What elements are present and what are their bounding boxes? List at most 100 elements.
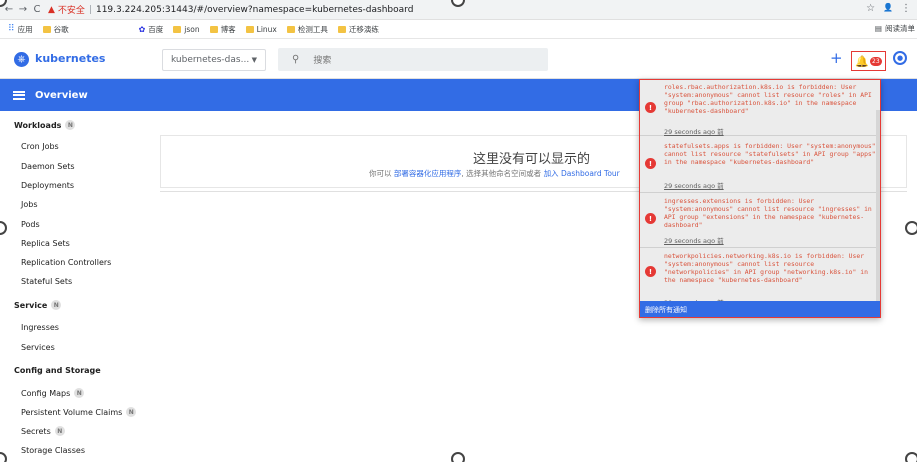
resize-handle[interactable] (905, 221, 917, 235)
namespace-value: kubernetes-das... (171, 55, 250, 65)
folder-icon (209, 25, 218, 33)
namespaced-badge: N (54, 426, 65, 436)
bookmark-label: 博客 (220, 24, 236, 34)
sidebar: Workloads N Cron Jobs Daemon Sets Deploy… (0, 111, 160, 462)
empty-state-mid: , 选择其他命名空间或者 (461, 169, 542, 178)
error-icon: ! (645, 158, 656, 169)
notification-message: roles.rbac.authorization.k8s.io is forbi… (664, 83, 872, 116)
resize-handle[interactable] (451, 452, 465, 462)
search-placeholder: 搜索 (313, 56, 332, 66)
dropdown-arrow-icon: ▼ (251, 56, 257, 64)
browser-actions: ☆ 👤 ⋮ (866, 3, 911, 14)
user-account-icon[interactable]: ● (893, 51, 907, 65)
bookmark-item[interactable]: json (173, 25, 200, 34)
notifications-panel: ! roles.rbac.authorization.k8s.io is for… (639, 79, 881, 318)
page-title: Overview (35, 89, 88, 101)
bookmark-label: 谷歌 (53, 24, 69, 34)
namespaced-badge: N (126, 407, 137, 417)
bookmark-item[interactable]: 谷歌 (42, 24, 69, 35)
namespace-selector[interactable]: kubernetes-das... ▼ (162, 49, 266, 71)
sidebar-item-label: Storage Classes (21, 446, 85, 455)
url-separator: | (88, 4, 92, 15)
browser-menu-icon[interactable]: ⋮ (901, 3, 911, 14)
dashboard-tour-link[interactable]: 加入 Dashboard Tour (544, 169, 620, 178)
resize-handle[interactable] (905, 452, 917, 462)
empty-state-subtitle: 你可以 部署容器化应用程序, 选择其他命名空间或者 加入 Dashboard T… (369, 168, 620, 179)
sidebar-section-workloads[interactable]: Workloads N (14, 120, 76, 130)
reading-list-icon: ▤ (874, 24, 882, 33)
bookmark-label: 迁移演练 (348, 24, 379, 34)
error-icon: ! (645, 266, 656, 277)
forward-icon[interactable]: → (16, 3, 30, 17)
sidebar-section-service[interactable]: Service N (14, 300, 62, 310)
folder-icon (173, 25, 182, 33)
search-input[interactable]: ⚲ 搜索 (278, 48, 548, 71)
notification-item[interactable]: ! ingresses.extensions is forbidden: Use… (640, 194, 876, 248)
empty-state-prefix: 你可以 (369, 169, 392, 178)
section-title: Workloads (14, 120, 62, 130)
insecure-label: 不安全 (57, 6, 85, 16)
bookmark-item[interactable]: Linux (245, 24, 277, 34)
sidebar-item-storage-classes[interactable]: Storage Classes (21, 446, 85, 455)
bookmark-label: 检测工具 (297, 24, 328, 34)
create-button[interactable]: + (830, 51, 843, 66)
baidu-icon: ✿ (138, 24, 146, 34)
bookmarks-bar: ⠿ 应用 谷歌 ✿ 百度 json 博客 Linux 检测工具 迁移演练 ▤ 阅读… (0, 20, 917, 39)
sidebar-section-config-storage[interactable]: Config and Storage (14, 366, 101, 375)
notifications-button[interactable]: 🔔 23 (851, 51, 886, 71)
sidebar-item-cron-jobs[interactable]: Cron Jobs (21, 142, 59, 151)
app-header: ⎈ kubernetes kubernetes-das... ▼ ⚲ 搜索 + … (0, 39, 917, 79)
folder-icon (245, 25, 254, 33)
sidebar-item-persistent-volume-claims[interactable]: Persistent Volume Claims N (21, 407, 137, 417)
namespaced-badge: N (65, 120, 76, 130)
hamburger-menu-icon[interactable] (13, 90, 25, 100)
sidebar-item-stateful-sets[interactable]: Stateful Sets (21, 277, 72, 286)
notification-message: networkpolicies.networking.k8s.io is for… (664, 252, 868, 285)
sidebar-item-config-maps[interactable]: Config Maps N (21, 388, 85, 398)
reload-icon[interactable]: C (30, 3, 44, 17)
clear-all-notifications-button[interactable]: 删除所有通知 (640, 301, 880, 317)
reading-list-label: 阅读清单 (885, 24, 915, 33)
notification-item[interactable]: ! networkpolicies.networking.k8s.io is f… (640, 249, 876, 307)
profile-icon[interactable]: 👤 (883, 3, 893, 14)
section-title: Config and Storage (14, 366, 101, 375)
bookmark-item[interactable]: ✿ 百度 (139, 24, 164, 35)
bookmark-label: Linux (256, 24, 277, 34)
notification-item[interactable]: ! statefulsets.apps is forbidden: User "… (640, 139, 876, 193)
bell-icon: 🔔 (855, 54, 870, 68)
folder-icon (337, 25, 346, 33)
sidebar-item-jobs[interactable]: Jobs (21, 200, 38, 209)
folder-icon (286, 25, 295, 33)
sidebar-item-replication-controllers[interactable]: Replication Controllers (21, 258, 111, 267)
namespaced-badge: N (51, 300, 62, 310)
sidebar-item-deployments[interactable]: Deployments (21, 181, 74, 190)
bookmark-item[interactable]: 博客 (209, 24, 236, 35)
sidebar-item-label: Config Maps (21, 388, 71, 398)
notification-message: ingresses.extensions is forbidden: User … (664, 197, 872, 230)
notifications-scrollbar[interactable] (876, 110, 880, 304)
bookmark-star-icon[interactable]: ☆ (866, 3, 875, 14)
notification-count-badge: 23 (870, 56, 882, 66)
sidebar-item-pods[interactable]: Pods (21, 220, 40, 229)
bookmark-item[interactable]: 迁移演练 (337, 24, 379, 35)
brand-title[interactable]: kubernetes (35, 52, 105, 65)
bookmark-item[interactable]: 检测工具 (286, 24, 328, 35)
error-icon: ! (645, 213, 656, 224)
sidebar-item-secrets[interactable]: Secrets N (21, 426, 65, 436)
bookmark-label: 应用 (17, 24, 33, 34)
url-text[interactable]: 119.3.224.205:31443/#/overview?namespace… (96, 5, 413, 15)
folder-icon (42, 25, 51, 33)
empty-state-title: 这里没有可以显示的 (473, 152, 591, 167)
sidebar-item-services[interactable]: Services (21, 343, 55, 352)
sidebar-item-daemon-sets[interactable]: Daemon Sets (21, 162, 75, 171)
reading-list[interactable]: ▤ 阅读清单 (875, 23, 915, 34)
sidebar-item-replica-sets[interactable]: Replica Sets (21, 239, 70, 248)
notification-item[interactable]: ! roles.rbac.authorization.k8s.io is for… (640, 80, 876, 136)
kubernetes-logo-icon[interactable]: ⎈ (14, 52, 29, 67)
bookmark-apps[interactable]: ⠿ 应用 (8, 24, 33, 35)
sidebar-item-ingresses[interactable]: Ingresses (21, 323, 59, 332)
bookmark-label: 百度 (148, 24, 164, 34)
notification-time: 29 seconds ago 前 (664, 237, 724, 245)
deploy-app-link[interactable]: 部署容器化应用程序 (394, 169, 462, 178)
insecure-indicator[interactable]: ▲ 不安全 (48, 3, 85, 17)
